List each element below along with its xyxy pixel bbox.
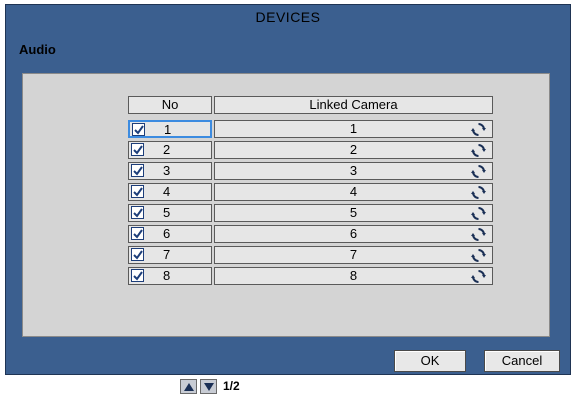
checkmark-icon [133, 187, 143, 197]
cycle-arrows-icon[interactable] [471, 185, 486, 200]
table-row[interactable]: 66 [23, 225, 549, 246]
checkmark-icon [133, 271, 143, 281]
triangle-up-icon [184, 383, 194, 391]
checkmark-icon [133, 229, 143, 239]
linked-camera-cell[interactable]: 6 [214, 225, 493, 243]
row-number: 1 [164, 122, 172, 137]
table-row[interactable]: 55 [23, 204, 549, 225]
linked-camera-value: 7 [349, 247, 358, 262]
cycle-arrows-icon[interactable] [471, 206, 486, 221]
linked-camera-value: 3 [349, 163, 358, 178]
row-checkbox[interactable] [131, 164, 144, 177]
devices-dialog: DEVICES Audio No Linked Camera 112233445… [5, 4, 571, 394]
table-row[interactable]: 44 [23, 183, 549, 204]
cycle-arrows-icon[interactable] [471, 248, 486, 263]
row-number: 6 [163, 226, 171, 241]
checkmark-icon [134, 125, 144, 135]
row-checkbox[interactable] [131, 143, 144, 156]
linked-camera-value: 8 [349, 268, 358, 283]
ok-button[interactable]: OK [394, 350, 466, 372]
row-no-cell[interactable]: 4 [128, 183, 212, 201]
row-no-cell[interactable]: 3 [128, 162, 212, 180]
linked-camera-cell[interactable]: 4 [214, 183, 493, 201]
row-number: 8 [163, 268, 171, 283]
checkmark-icon [133, 145, 143, 155]
column-header-linked-camera[interactable]: Linked Camera [214, 96, 493, 114]
row-checkbox[interactable] [131, 206, 144, 219]
row-checkbox[interactable] [131, 269, 144, 282]
linked-camera-cell[interactable]: 8 [214, 267, 493, 285]
row-checkbox[interactable] [131, 227, 144, 240]
cycle-arrows-icon[interactable] [471, 164, 486, 179]
row-no-cell[interactable]: 5 [128, 204, 212, 222]
audio-table-panel: No Linked Camera 1122334455667788 1/2 [22, 73, 550, 394]
checkmark-icon [133, 208, 143, 218]
linked-camera-value: 6 [349, 226, 358, 241]
cycle-arrows-icon[interactable] [471, 122, 486, 137]
linked-camera-cell[interactable]: 5 [214, 204, 493, 222]
table-row[interactable]: 33 [23, 162, 549, 183]
row-checkbox[interactable] [131, 185, 144, 198]
section-label-audio: Audio [19, 42, 56, 57]
cycle-arrows-icon[interactable] [471, 227, 486, 242]
row-checkbox[interactable] [132, 123, 145, 136]
triangle-down-icon [204, 383, 214, 391]
linked-camera-value: 2 [349, 142, 358, 157]
linked-camera-cell[interactable]: 1 [214, 120, 493, 138]
table-row[interactable]: 22 [23, 141, 549, 162]
linked-camera-value: 5 [349, 205, 358, 220]
row-number: 5 [163, 205, 171, 220]
column-header-no[interactable]: No [128, 96, 212, 114]
row-number: 4 [163, 184, 171, 199]
linked-camera-cell[interactable]: 3 [214, 162, 493, 180]
linked-camera-cell[interactable]: 2 [214, 141, 493, 159]
table-row[interactable]: 77 [23, 246, 549, 267]
page-down-button[interactable] [200, 379, 217, 394]
linked-camera-value: 1 [349, 121, 358, 136]
cycle-arrows-icon[interactable] [471, 269, 486, 284]
row-number: 3 [163, 163, 171, 178]
linked-camera-cell[interactable]: 7 [214, 246, 493, 264]
page-indicator: 1/2 [223, 379, 240, 393]
linked-camera-value: 4 [349, 184, 358, 199]
cancel-button[interactable]: Cancel [484, 350, 560, 372]
page-up-button[interactable] [180, 379, 197, 394]
dialog-title: DEVICES [255, 9, 321, 25]
row-no-cell[interactable]: 7 [128, 246, 212, 264]
table-row[interactable]: 11 [23, 120, 549, 141]
row-number: 2 [163, 142, 171, 157]
row-checkbox[interactable] [131, 248, 144, 261]
checkmark-icon [133, 250, 143, 260]
row-no-cell[interactable]: 6 [128, 225, 212, 243]
checkmark-icon [133, 166, 143, 176]
row-no-cell[interactable]: 2 [128, 141, 212, 159]
cycle-arrows-icon[interactable] [471, 143, 486, 158]
row-no-cell[interactable]: 1 [128, 120, 212, 138]
table-row[interactable]: 88 [23, 267, 549, 288]
row-number: 7 [163, 247, 171, 262]
row-no-cell[interactable]: 8 [128, 267, 212, 285]
